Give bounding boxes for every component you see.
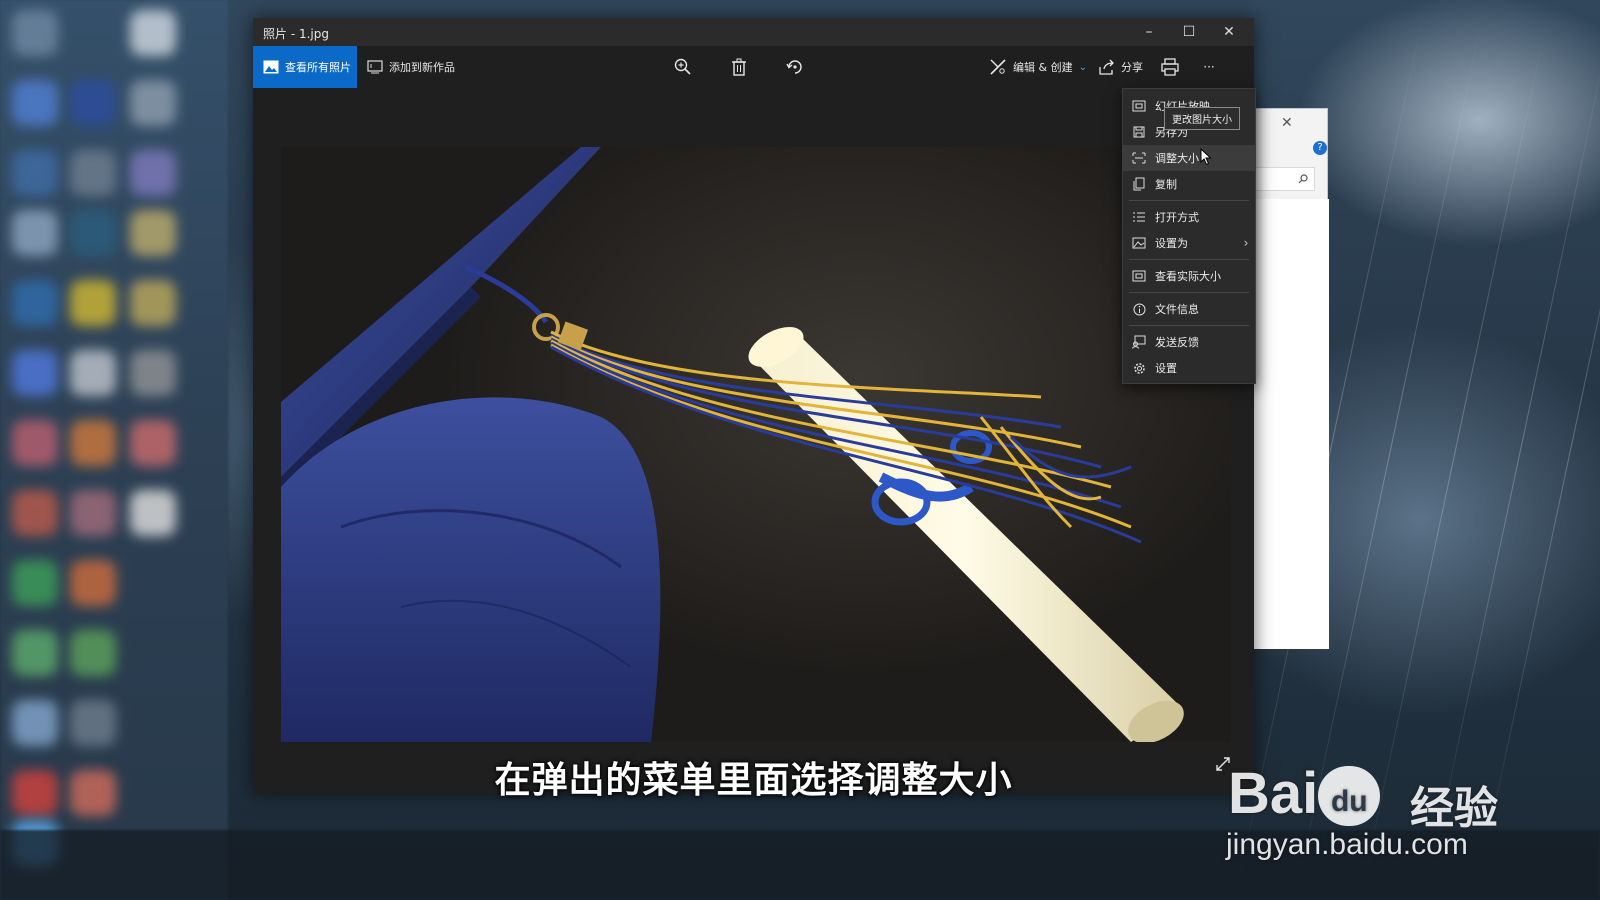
photos-app-window: 照片 - 1.jpg – ☐ ✕ 查看所有照片 添加到新作品 编辑 & 创建 ⌄	[253, 18, 1254, 801]
set-as-icon	[1132, 237, 1146, 249]
add-to-creation-button[interactable]: 添加到新作品	[367, 46, 455, 88]
mortarboard	[281, 147, 661, 742]
baidu-watermark-logo: Bai du	[1228, 760, 1381, 827]
menu-item-label: 打开方式	[1155, 211, 1199, 224]
chevron-down-icon: ⌄	[1078, 61, 1087, 73]
trash-icon	[732, 58, 746, 76]
menu-item-label: 设置	[1155, 362, 1177, 375]
close-icon[interactable]: ✕	[1281, 115, 1293, 131]
edit-icon	[990, 59, 1006, 75]
mouse-cursor-icon	[1200, 148, 1212, 166]
settings-icon	[1133, 362, 1145, 374]
menu-item-label: 查看实际大小	[1155, 270, 1221, 283]
photo-icon	[263, 60, 279, 74]
menu-item-open-with[interactable]: 打开方式	[1123, 204, 1255, 230]
zoom-in-icon	[674, 58, 691, 75]
delete-button[interactable]	[727, 56, 751, 78]
window-title: 照片 - 1.jpg	[263, 27, 329, 41]
watermark-du: du	[1330, 785, 1368, 818]
graduation-photo-image	[281, 147, 1184, 742]
add-to-creation-label: 添加到新作品	[389, 61, 455, 74]
open-with-icon	[1133, 212, 1145, 222]
slideshow-icon	[1132, 100, 1146, 112]
resize-icon	[1132, 152, 1146, 164]
menu-item-actual-size[interactable]: 查看实际大小	[1123, 263, 1255, 289]
creation-icon	[367, 60, 383, 74]
save-icon	[1133, 126, 1145, 138]
watermark-brand: Bai	[1228, 761, 1319, 826]
more-options-menu: 幻灯片放映 另存为 调整大小 复制 打开方式 设置为 › 查看实际大小 文件信息…	[1122, 88, 1256, 384]
edit-create-button[interactable]: 编辑 & 创建 ⌄	[989, 46, 1087, 88]
menu-item-label: 设置为	[1155, 237, 1188, 250]
blurred-desktop-icons	[0, 0, 228, 900]
menu-separator	[1129, 292, 1249, 293]
more-icon: ···	[1203, 60, 1215, 74]
menu-separator	[1129, 325, 1249, 326]
menu-separator	[1129, 259, 1249, 260]
chevron-right-icon: ›	[1243, 236, 1249, 250]
subtitle-caption: 在弹出的菜单里面选择调整大小	[494, 760, 1013, 801]
image-canvas[interactable]	[253, 88, 1254, 793]
watermark-jingyan: 经验	[1410, 783, 1498, 834]
menu-item-send-feedback[interactable]: 发送反馈	[1123, 329, 1255, 355]
menu-item-resize[interactable]: 调整大小	[1123, 145, 1255, 171]
share-label: 分享	[1121, 61, 1143, 74]
watermark-url: jingyan.baidu.com	[1226, 828, 1468, 861]
menu-separator	[1129, 200, 1249, 201]
help-icon[interactable]: ?	[1313, 141, 1327, 155]
toolbar: 查看所有照片 添加到新作品 编辑 & 创建 ⌄ 分享 ···	[253, 46, 1254, 88]
minimize-button[interactable]: –	[1129, 18, 1169, 46]
menu-item-file-info[interactable]: 文件信息	[1123, 296, 1255, 322]
title-bar[interactable]: 照片 - 1.jpg – ☐ ✕	[253, 18, 1254, 46]
menu-item-label: 发送反馈	[1155, 336, 1199, 349]
rotate-button[interactable]	[783, 56, 807, 78]
view-all-photos-button[interactable]: 查看所有照片	[253, 46, 357, 88]
share-icon	[1099, 59, 1114, 75]
actual-size-icon	[1132, 270, 1146, 282]
menu-item-copy[interactable]: 复制	[1123, 171, 1255, 197]
resize-tooltip: 更改图片大小	[1164, 107, 1240, 130]
edit-create-label: 编辑 & 创建	[1013, 61, 1073, 74]
maximize-button[interactable]: ☐	[1169, 18, 1209, 46]
more-options-button[interactable]: ···	[1197, 56, 1221, 78]
copy-icon	[1133, 177, 1145, 191]
menu-item-label: 复制	[1155, 178, 1177, 191]
search-icon	[1298, 174, 1308, 184]
paw-icon: du	[1318, 766, 1381, 826]
menu-item-label: 文件信息	[1155, 303, 1199, 316]
rotate-icon	[786, 60, 802, 74]
close-button[interactable]: ✕	[1209, 18, 1249, 46]
print-button[interactable]	[1158, 56, 1182, 78]
photo-graduation-cap[interactable]	[281, 147, 1231, 742]
print-icon	[1161, 58, 1179, 76]
view-all-photos-label: 查看所有照片	[285, 61, 351, 74]
zoom-in-button[interactable]	[671, 56, 695, 78]
feedback-icon	[1132, 335, 1146, 349]
menu-item-set-as[interactable]: 设置为 ›	[1123, 230, 1255, 256]
share-button[interactable]: 分享	[1099, 46, 1143, 88]
menu-item-settings[interactable]: 设置	[1123, 355, 1255, 381]
info-icon	[1133, 303, 1145, 315]
